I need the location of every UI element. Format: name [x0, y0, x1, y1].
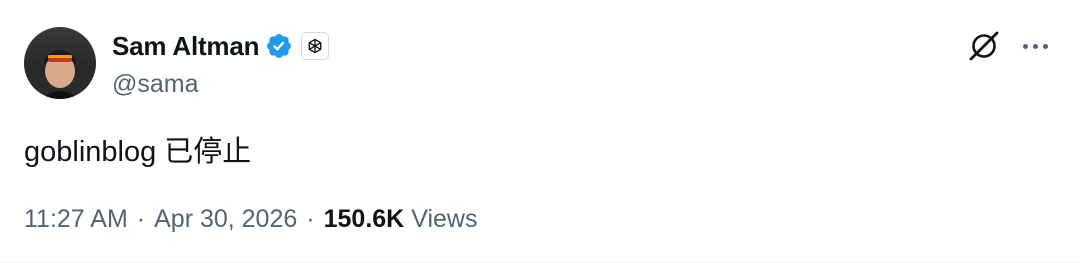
avatar[interactable]: [24, 27, 96, 99]
more-dot: [1022, 43, 1028, 49]
author-name-row: Sam Altman: [112, 30, 330, 62]
openai-knot-icon: [308, 38, 322, 54]
openai-logo-icon[interactable]: [301, 32, 330, 60]
meta-separator: ·: [136, 205, 146, 233]
more-dot: [1032, 43, 1038, 49]
grok-icon[interactable]: [966, 28, 1002, 64]
tweet-text: goblinblog 已停止: [24, 136, 252, 168]
more-dot: [1042, 43, 1048, 49]
author-display-name[interactable]: Sam Altman: [112, 30, 260, 62]
tweet-date[interactable]: Apr 30, 2026: [154, 203, 297, 235]
tweet-time[interactable]: 11:27 AM: [24, 203, 128, 235]
views-count[interactable]: 150.6K: [324, 203, 405, 235]
tweet-meta: 11:27 AM · Apr 30, 2026 · 150.6K Views: [24, 203, 477, 235]
verified-badge-icon[interactable]: [265, 32, 293, 60]
author-handle[interactable]: @sama: [112, 69, 199, 99]
meta-separator: ·: [306, 205, 315, 233]
tweet-card: Sam Altman @sama goblinblog 已停止 11:27 AM…: [0, 0, 1080, 263]
more-icon[interactable]: [1018, 30, 1052, 62]
views-label[interactable]: Views: [411, 203, 477, 235]
avatar-photo: [24, 27, 96, 99]
